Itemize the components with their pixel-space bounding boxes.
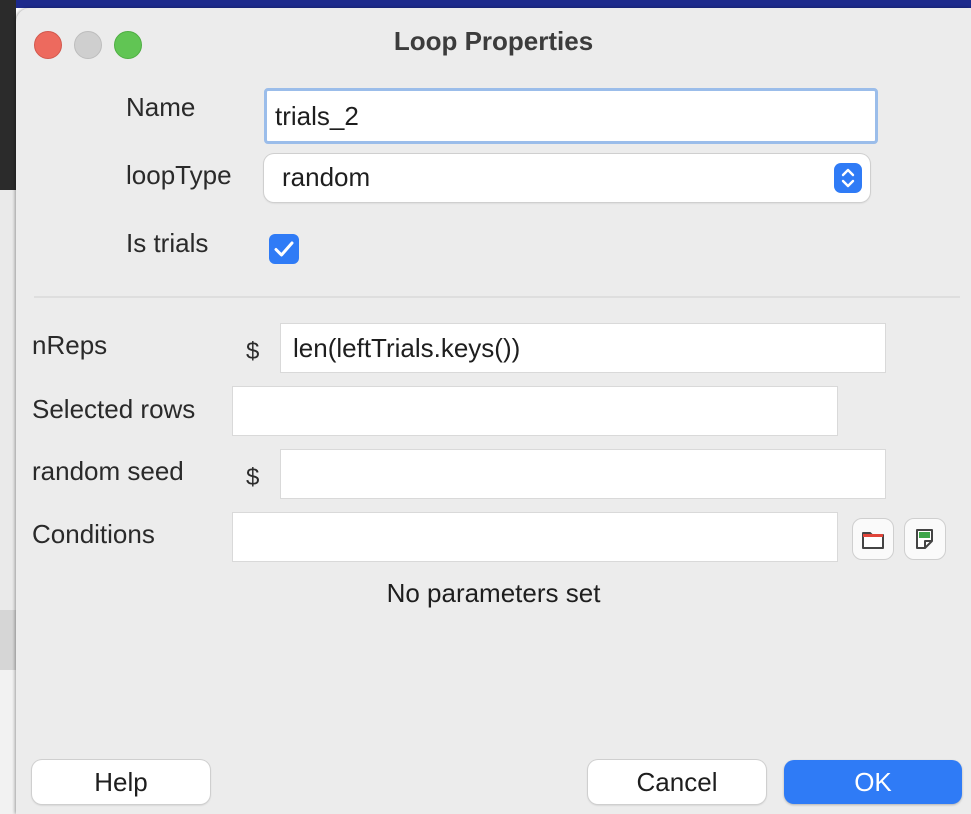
document-icon	[916, 529, 933, 549]
section-divider	[34, 296, 960, 298]
selected-rows-input[interactable]	[233, 387, 837, 435]
edit-conditions-button[interactable]	[904, 518, 946, 560]
selected-rows-label: Selected rows	[32, 394, 196, 424]
help-button[interactable]: Help	[32, 760, 210, 804]
selected-rows-field-box	[232, 386, 838, 436]
loop-type-select[interactable]: random	[264, 154, 870, 202]
loop-type-label: loopType	[126, 160, 232, 190]
parameters-status: No parameters set	[386, 578, 601, 608]
title-bar: Loop Properties	[16, 8, 971, 72]
checkmark-icon	[274, 241, 294, 257]
dialog-title: Loop Properties	[393, 26, 594, 56]
conditions-label: Conditions	[32, 519, 155, 549]
is-trials-label: Is trials	[126, 228, 209, 258]
nreps-label: nReps	[32, 330, 108, 360]
loop-properties-dialog: Loop Properties Name loopType random Is …	[16, 8, 971, 814]
is-trials-checkbox[interactable]	[269, 234, 299, 264]
up-down-chevron-icon	[834, 163, 862, 193]
loop-type-value: random	[282, 162, 371, 192]
nreps-code-prefix: $	[246, 338, 260, 365]
conditions-field-box	[232, 512, 838, 562]
browse-conditions-button[interactable]	[852, 518, 894, 560]
random-seed-label: random seed	[32, 456, 184, 486]
name-label: Name	[126, 92, 196, 122]
background-left-strip	[0, 0, 16, 814]
cancel-button[interactable]: Cancel	[588, 760, 766, 804]
random-seed-code-prefix: $	[246, 464, 260, 491]
conditions-input[interactable]	[233, 513, 837, 561]
ok-button[interactable]: OK	[784, 760, 962, 804]
folder-icon	[862, 532, 884, 549]
nreps-input[interactable]	[281, 324, 885, 372]
background-top-bar	[0, 0, 971, 8]
name-input[interactable]	[267, 91, 875, 141]
nreps-field-box	[280, 323, 886, 373]
random-seed-input[interactable]	[281, 450, 885, 498]
random-seed-field-box	[280, 449, 886, 499]
name-field-box	[264, 88, 878, 144]
